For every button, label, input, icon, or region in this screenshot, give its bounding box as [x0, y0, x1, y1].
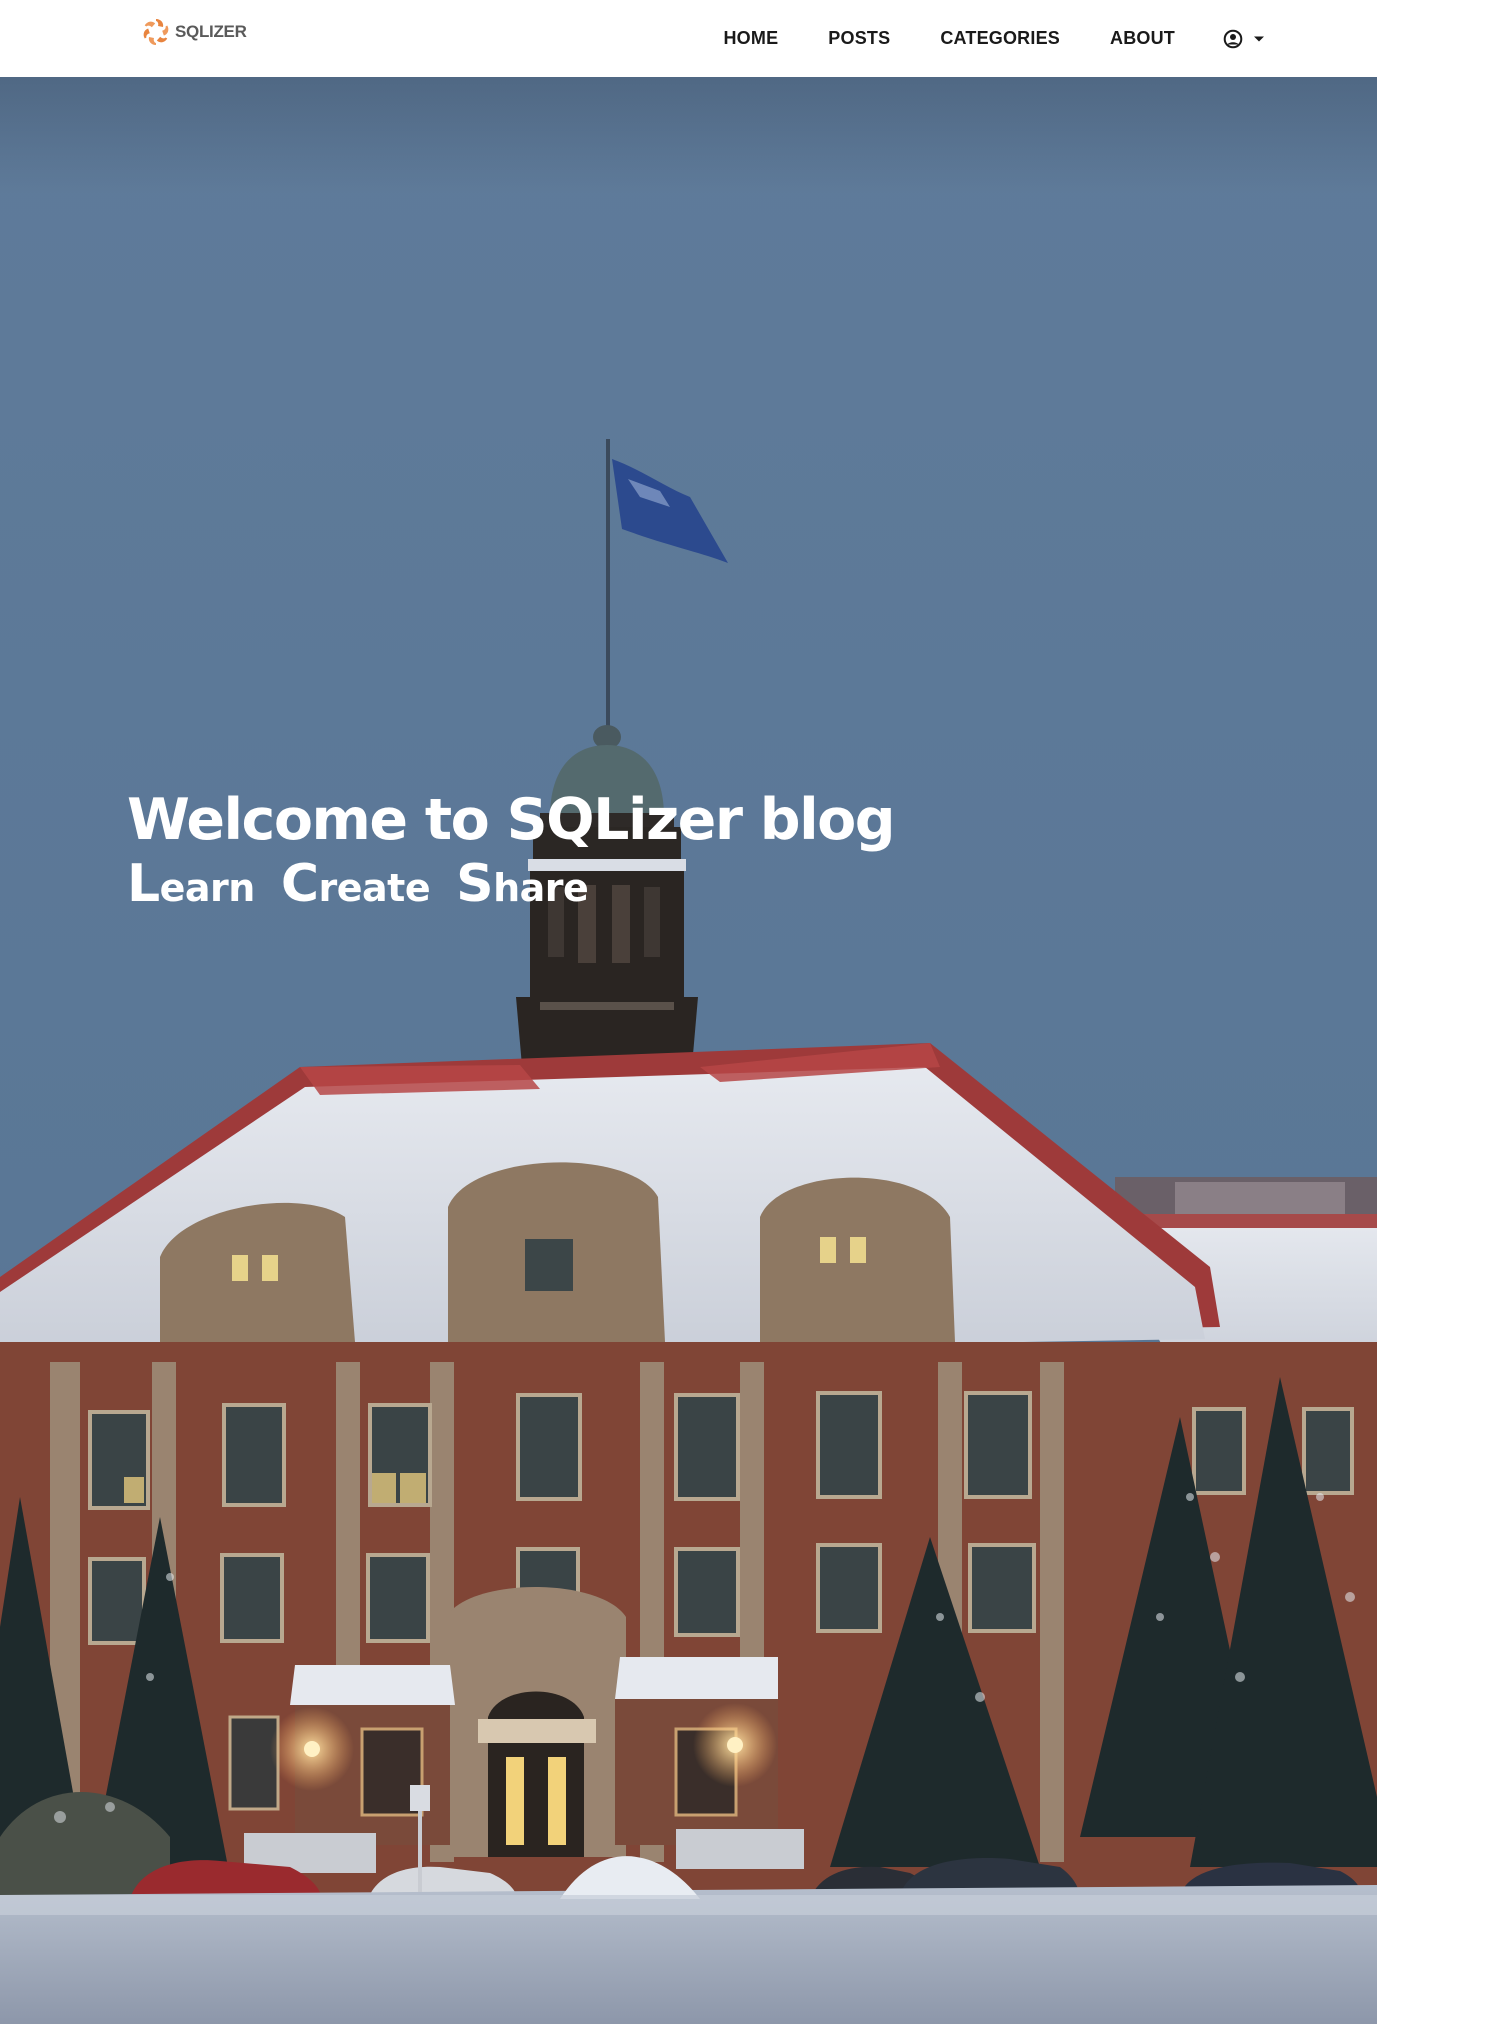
- tagline-share-rest: hare: [493, 865, 589, 910]
- user-circle-icon: [1223, 29, 1243, 48]
- sqlizer-logo-icon: [143, 19, 169, 45]
- tagline-learn-initial: L: [127, 853, 160, 914]
- tagline-learn: Learn: [127, 854, 255, 914]
- tagline-learn-rest: earn: [159, 865, 256, 910]
- tagline-share: Share: [456, 853, 589, 914]
- hero-caption: Welcome to SQLizer blog Learn Create Sha…: [127, 787, 896, 914]
- tagline-create-rest: reate: [318, 865, 431, 910]
- nav-links: HOME POSTS CATEGORIES ABOUT: [673, 0, 1265, 77]
- hero-title: Welcome to SQLizer blog: [127, 787, 896, 853]
- brand-name: SQLIZER: [175, 22, 247, 41]
- hero-banner: Welcome to SQLizer blog Learn Create Sha…: [0, 77, 1377, 2024]
- brand-logo-link[interactable]: SQLIZER: [141, 17, 247, 47]
- nav-about-link[interactable]: ABOUT: [1110, 28, 1175, 49]
- tagline-share-initial: S: [456, 853, 494, 914]
- hero-tagline: Learn Create Share: [127, 854, 894, 914]
- nav-home-link[interactable]: HOME: [723, 28, 778, 49]
- user-menu-dropdown[interactable]: [1223, 29, 1265, 49]
- nav-posts-link[interactable]: POSTS: [828, 28, 890, 49]
- tagline-create-initial: C: [280, 853, 319, 914]
- tagline-create: Create: [280, 853, 431, 914]
- caret-down-icon: [1254, 36, 1264, 41]
- hero-dark-overlay: [0, 77, 1377, 2024]
- top-navbar: SQLIZER HOME POSTS CATEGORIES ABOUT: [0, 0, 1377, 77]
- nav-categories-link[interactable]: CATEGORIES: [940, 28, 1060, 49]
